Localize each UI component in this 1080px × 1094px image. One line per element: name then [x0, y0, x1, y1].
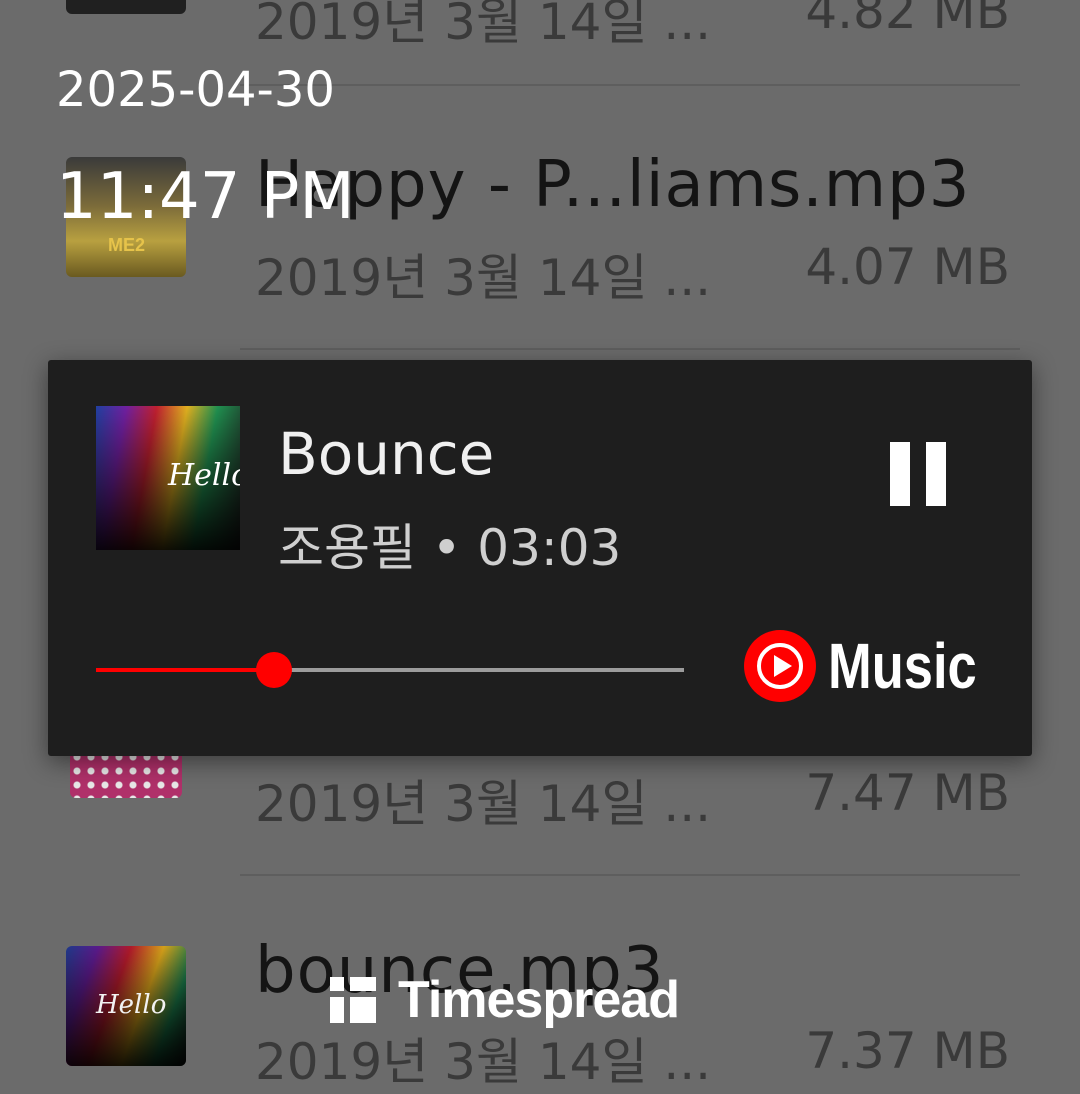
seek-bar[interactable] [96, 652, 684, 688]
list-divider [240, 874, 1020, 876]
brand-text: Music [828, 630, 977, 702]
mini-player[interactable]: Hello Bounce 조용필 • 03:03 Music [48, 360, 1032, 756]
youtube-music-play-icon [744, 630, 816, 702]
album-art-thumbnail: Hello [66, 946, 186, 1066]
file-date: 2019년 3월 14일 ... [255, 249, 712, 307]
file-size: 4.82 MB [805, 0, 1010, 40]
file-meta: 2019년 3월 14일 ... 7.37 MB [255, 1022, 1010, 1094]
file-date: 2019년 3월 14일 ... [255, 1033, 712, 1091]
watermark-text: Timespread [398, 971, 680, 1029]
seek-handle[interactable] [256, 652, 292, 688]
date-label: 2025-04-30 [56, 62, 335, 118]
file-meta: 2019년 3월 14일 ... 7.47 MB [255, 764, 1010, 836]
seek-progress [96, 668, 274, 672]
file-size: 4.07 MB [805, 238, 1010, 296]
track-title: Bounce [278, 420, 495, 488]
youtube-music-logo[interactable]: Music [744, 630, 1009, 702]
file-date: 2019년 3월 14일 ... [255, 0, 712, 51]
album-art: Hello [96, 406, 240, 550]
album-art-text: Hello [168, 458, 240, 493]
file-size: 7.47 MB [805, 764, 1010, 822]
file-meta: 2019년 3월 14일 ... 4.07 MB [255, 238, 1010, 310]
file-meta: 2019년 3월 14일 ... 4.82 MB [255, 0, 1010, 54]
list-divider [240, 84, 1020, 86]
timespread-logo-icon [330, 977, 376, 1023]
file-date: 2019년 3월 14일 ... [255, 775, 712, 833]
pause-button[interactable] [890, 442, 946, 506]
list-divider [240, 348, 1020, 350]
album-art-text: Hello [96, 990, 167, 1020]
pause-icon [890, 442, 910, 506]
watermark: Timespread [330, 970, 680, 1030]
album-art-thumbnail [66, 0, 186, 14]
time-label: 11:47 PM [56, 160, 355, 234]
file-name: Happy - P...liams.mp3 [255, 148, 971, 222]
track-artist-duration: 조용필 • 03:03 [278, 519, 622, 577]
file-size: 7.37 MB [805, 1022, 1010, 1080]
